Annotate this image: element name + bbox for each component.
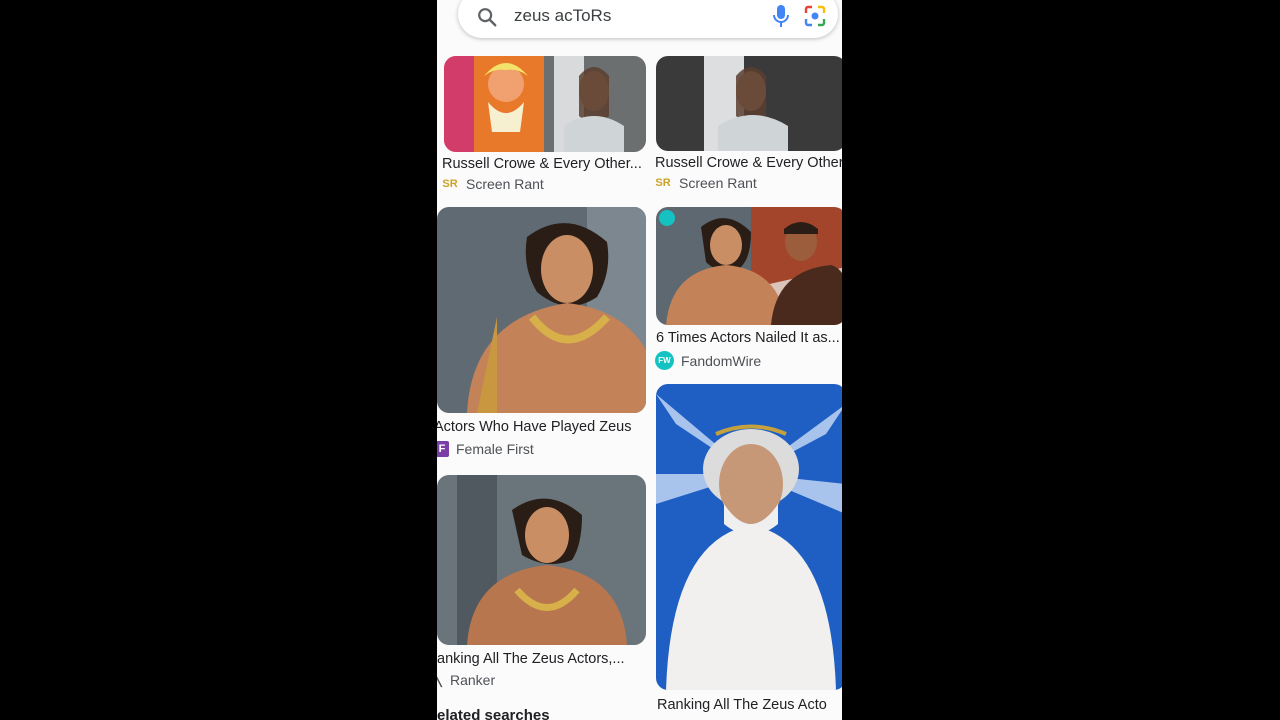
result-title-2[interactable]: Russell Crowe & Every Other — [655, 155, 842, 171]
related-searches-heading: elated searches — [437, 707, 550, 720]
search-query-text[interactable]: zeus acToRs — [514, 6, 611, 26]
result-source-5[interactable]: ╲ Ranker — [437, 672, 495, 688]
result-title-5[interactable]: anking All The Zeus Actors,... — [437, 651, 642, 667]
result-image-3[interactable] — [437, 207, 646, 413]
search-bar[interactable]: zeus acToRs — [458, 0, 838, 38]
result-source-name-5: Ranker — [450, 672, 496, 688]
screen-rant-logo-icon: SR — [442, 178, 458, 190]
google-lens-icon[interactable] — [803, 4, 827, 28]
result-source-name-4: FandomWire — [681, 352, 762, 369]
ranker-logo-icon: ╲ — [437, 673, 442, 687]
luke-evans-zeus-image — [437, 207, 646, 413]
result-source-name-1: Screen Rant — [466, 176, 544, 192]
result-image-4[interactable] — [656, 207, 842, 325]
zeus-comparison-image — [656, 207, 842, 325]
female-first-logo-icon: F — [437, 441, 449, 457]
microphone-icon[interactable] — [771, 3, 791, 29]
result-source-1[interactable]: SR Screen Rant — [441, 176, 544, 192]
result-image-2[interactable] — [656, 56, 842, 151]
fandomwire-badge-icon — [659, 210, 675, 226]
result-image-6[interactable] — [656, 384, 842, 690]
result-title-6[interactable]: Ranking All The Zeus Acto — [657, 697, 842, 713]
result-source-4[interactable]: FW FandomWire — [655, 351, 761, 370]
phone-screen: zeus acToRs Russell Crowe & Every Other.… — [437, 0, 842, 720]
result-title-1[interactable]: Russell Crowe & Every Other... — [442, 156, 642, 172]
screen-rant-logo-icon: SR — [655, 177, 671, 189]
hercules-zeus-image — [444, 56, 646, 152]
result-title-3[interactable]: Actors Who Have Played Zeus — [437, 419, 644, 435]
result-source-3[interactable]: F Female First — [437, 441, 534, 457]
result-source-name-2: Screen Rant — [679, 175, 757, 191]
result-source-name-3: Female First — [456, 441, 534, 457]
fandomwire-logo-icon: FW — [655, 351, 674, 370]
russell-crowe-image — [656, 56, 842, 151]
result-image-1[interactable] — [444, 56, 646, 152]
result-source-2[interactable]: SR Screen Rant — [654, 175, 757, 191]
result-image-5[interactable] — [437, 475, 646, 645]
luke-evans-portrait-image — [437, 475, 646, 645]
search-icon[interactable] — [476, 6, 498, 28]
laurence-olivier-zeus-image — [656, 384, 842, 690]
result-title-4[interactable]: 6 Times Actors Nailed It as... — [656, 330, 842, 346]
